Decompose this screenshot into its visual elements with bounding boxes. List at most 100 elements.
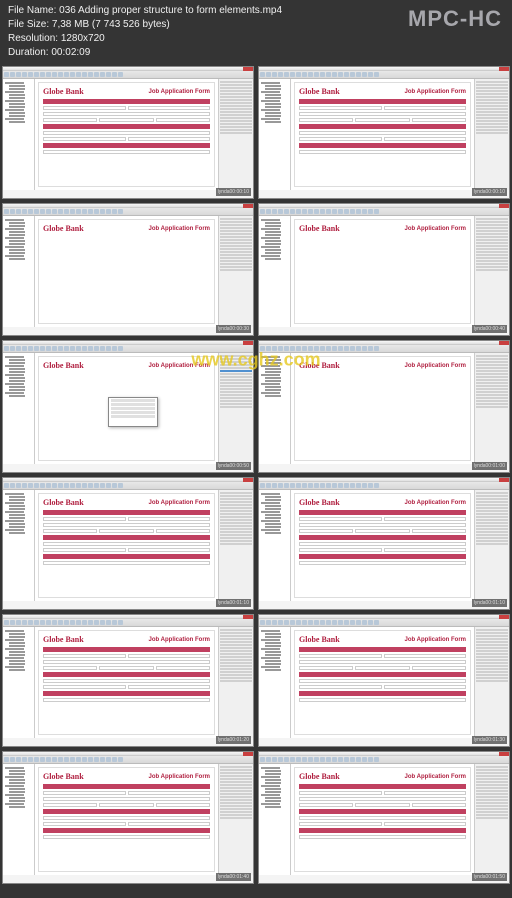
- toolbar-button[interactable]: [344, 209, 349, 214]
- tree-item[interactable]: [265, 258, 281, 260]
- design-canvas[interactable]: Globe Bank Job Application Form: [35, 490, 218, 601]
- tree-item[interactable]: [9, 642, 25, 644]
- toolbar-button[interactable]: [16, 757, 21, 762]
- tree-item[interactable]: [9, 514, 25, 516]
- toolbar-button[interactable]: [106, 620, 111, 625]
- toolbar-button[interactable]: [260, 757, 265, 762]
- property-row[interactable]: [220, 117, 252, 119]
- property-row[interactable]: [476, 799, 508, 801]
- video-thumbnail[interactable]: Globe Bank Job Application Form lynda00:…: [258, 203, 510, 336]
- tree-item[interactable]: [9, 788, 25, 790]
- property-row[interactable]: [220, 766, 252, 768]
- design-canvas[interactable]: Globe Bank Job Application Form: [291, 353, 474, 464]
- properties-dialog[interactable]: [108, 397, 158, 427]
- toolbar-button[interactable]: [4, 209, 9, 214]
- toolbar-button[interactable]: [350, 483, 355, 488]
- video-thumbnail[interactable]: Globe Bank Job Application Form lynda00:…: [2, 203, 254, 336]
- property-row[interactable]: [476, 236, 508, 238]
- property-row[interactable]: [220, 647, 252, 649]
- tree-item[interactable]: [5, 255, 24, 257]
- toolbar-button[interactable]: [278, 72, 283, 77]
- tree-item[interactable]: [9, 94, 25, 96]
- property-row[interactable]: [220, 87, 252, 89]
- toolbar-button[interactable]: [332, 209, 337, 214]
- property-row[interactable]: [220, 114, 252, 116]
- property-row[interactable]: [220, 397, 252, 399]
- tree-item[interactable]: [261, 82, 280, 84]
- property-row[interactable]: [220, 355, 252, 357]
- tree-item[interactable]: [9, 371, 25, 373]
- tree-item[interactable]: [9, 791, 25, 793]
- tree-item[interactable]: [261, 785, 280, 787]
- property-row[interactable]: [220, 817, 252, 819]
- tree-item[interactable]: [5, 246, 24, 248]
- property-row[interactable]: [476, 358, 508, 360]
- toolbar-button[interactable]: [344, 620, 349, 625]
- toolbar-button[interactable]: [344, 757, 349, 762]
- toolbar-button[interactable]: [278, 209, 283, 214]
- property-row[interactable]: [476, 218, 508, 220]
- property-row[interactable]: [220, 781, 252, 783]
- form-input[interactable]: [299, 685, 382, 689]
- form-input[interactable]: [299, 150, 466, 154]
- form-input[interactable]: [412, 666, 466, 670]
- property-row[interactable]: [476, 790, 508, 792]
- close-icon[interactable]: [243, 341, 253, 345]
- property-row[interactable]: [476, 769, 508, 771]
- tree-item[interactable]: [9, 797, 25, 799]
- toolbar-button[interactable]: [94, 209, 99, 214]
- property-row[interactable]: [476, 802, 508, 804]
- form-input[interactable]: [384, 791, 467, 795]
- toolbar-button[interactable]: [326, 483, 331, 488]
- toolbar-button[interactable]: [362, 620, 367, 625]
- tree-item[interactable]: [261, 666, 280, 668]
- toolbar-button[interactable]: [356, 346, 361, 351]
- property-row[interactable]: [220, 677, 252, 679]
- toolbar-button[interactable]: [76, 620, 81, 625]
- form-input[interactable]: [128, 654, 211, 658]
- property-row[interactable]: [476, 257, 508, 259]
- tree-item[interactable]: [9, 669, 25, 671]
- tree-item[interactable]: [5, 767, 24, 769]
- close-icon[interactable]: [499, 67, 509, 71]
- toolbar-button[interactable]: [52, 72, 57, 77]
- property-row[interactable]: [220, 132, 252, 134]
- toolbar-button[interactable]: [70, 346, 75, 351]
- property-row[interactable]: [220, 227, 252, 229]
- property-row[interactable]: [220, 775, 252, 777]
- toolbar-button[interactable]: [34, 620, 39, 625]
- form-input[interactable]: [43, 835, 210, 839]
- toolbar-button[interactable]: [296, 757, 301, 762]
- toolbar-button[interactable]: [22, 209, 27, 214]
- toolbar-button[interactable]: [278, 620, 283, 625]
- property-row[interactable]: [476, 403, 508, 405]
- tree-item[interactable]: [265, 791, 281, 793]
- toolbar-button[interactable]: [362, 72, 367, 77]
- close-icon[interactable]: [499, 478, 509, 482]
- form-input[interactable]: [43, 150, 210, 154]
- property-row[interactable]: [476, 534, 508, 536]
- tree-item[interactable]: [261, 648, 280, 650]
- form-input[interactable]: [43, 137, 126, 141]
- property-row[interactable]: [220, 96, 252, 98]
- video-thumbnail[interactable]: Globe Bank Job Application Form lynda00:…: [2, 340, 254, 473]
- property-row[interactable]: [476, 784, 508, 786]
- property-row[interactable]: [220, 492, 252, 494]
- tree-item[interactable]: [9, 234, 25, 236]
- property-row[interactable]: [220, 507, 252, 509]
- property-row[interactable]: [476, 84, 508, 86]
- property-row[interactable]: [476, 111, 508, 113]
- toolbar-button[interactable]: [88, 346, 93, 351]
- tree-item[interactable]: [265, 669, 281, 671]
- toolbar-button[interactable]: [118, 346, 123, 351]
- tree-item[interactable]: [261, 657, 280, 659]
- tree-item[interactable]: [265, 240, 281, 242]
- toolbar-button[interactable]: [356, 72, 361, 77]
- property-row[interactable]: [476, 814, 508, 816]
- toolbar-button[interactable]: [16, 209, 21, 214]
- close-icon[interactable]: [243, 478, 253, 482]
- tree-item[interactable]: [265, 88, 281, 90]
- form-input[interactable]: [355, 529, 409, 533]
- property-row[interactable]: [476, 543, 508, 545]
- form-input[interactable]: [384, 685, 467, 689]
